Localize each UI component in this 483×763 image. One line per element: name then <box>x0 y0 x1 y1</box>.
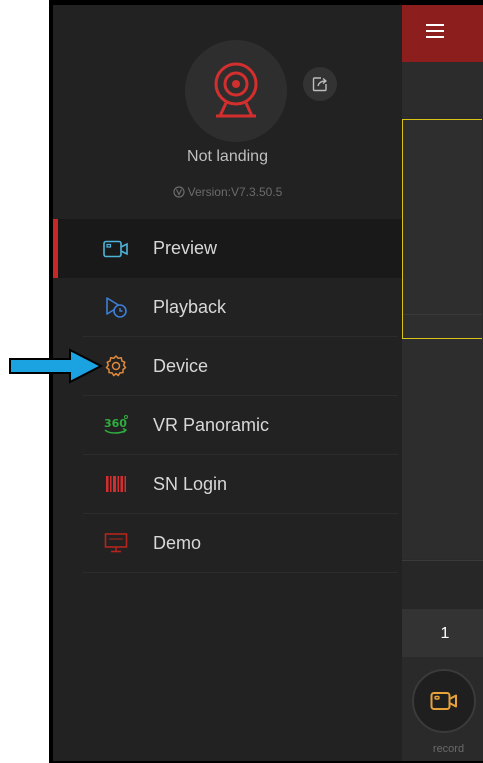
control-band <box>402 561 483 609</box>
video-divider <box>403 314 482 315</box>
version-text: Version:V7.3.50.5 <box>187 185 283 199</box>
avatar[interactable] <box>185 40 287 142</box>
hamburger-icon[interactable] <box>426 23 444 43</box>
phone-screen: 1 record Not landing Version:V7.3.50.5 P… <box>49 0 483 763</box>
menu-item-device[interactable]: Device <box>83 337 398 396</box>
menu-item-vr-panoramic[interactable]: 360 VR Panoramic <box>83 396 398 455</box>
navigation-drawer: Not landing Version:V7.3.50.5 Preview Pl… <box>53 5 402 761</box>
vr-360-icon: 360 <box>103 412 129 438</box>
playback-icon <box>103 294 129 320</box>
video-window-selected[interactable] <box>402 119 482 339</box>
menu-label-playback: Playback <box>153 296 227 317</box>
menu-label-demo: Demo <box>153 532 202 553</box>
menu-item-sn-login[interactable]: SN Login <box>83 455 398 514</box>
page-number: 1 <box>440 625 450 642</box>
annotation-arrow-icon <box>9 348 104 384</box>
status-strip <box>402 62 483 114</box>
menu-label-sn-login: SN Login <box>153 473 228 494</box>
version-info: Version:V7.3.50.5 <box>53 185 402 199</box>
menu-label-preview: Preview <box>153 238 218 258</box>
main-view-background: 1 record <box>402 5 483 761</box>
menu-item-playback[interactable]: Playback <box>83 278 398 337</box>
share-icon <box>312 77 327 92</box>
menu-item-demo[interactable]: Demo <box>83 514 398 573</box>
version-icon <box>173 186 185 198</box>
webcam-icon <box>214 62 258 118</box>
active-indicator <box>53 219 58 278</box>
record-camera-icon <box>430 692 457 710</box>
gear-icon <box>103 353 129 379</box>
video-window[interactable] <box>402 339 483 559</box>
menu-label-vr-panoramic: VR Panoramic <box>153 414 270 435</box>
camera-icon <box>103 236 129 262</box>
svg-text:360: 360 <box>104 417 127 430</box>
monitor-icon <box>103 530 129 556</box>
share-button[interactable] <box>303 67 337 101</box>
menu-item-preview[interactable]: Preview <box>53 219 402 278</box>
top-bar <box>402 5 483 62</box>
login-status: Not landing <box>187 148 268 165</box>
drawer-menu: Preview Playback Device 360 VR Panoramic… <box>53 219 402 573</box>
menu-label-device: Device <box>153 355 209 376</box>
record-button[interactable] <box>412 669 476 733</box>
barcode-icon <box>103 471 129 497</box>
record-label: record <box>432 743 465 755</box>
